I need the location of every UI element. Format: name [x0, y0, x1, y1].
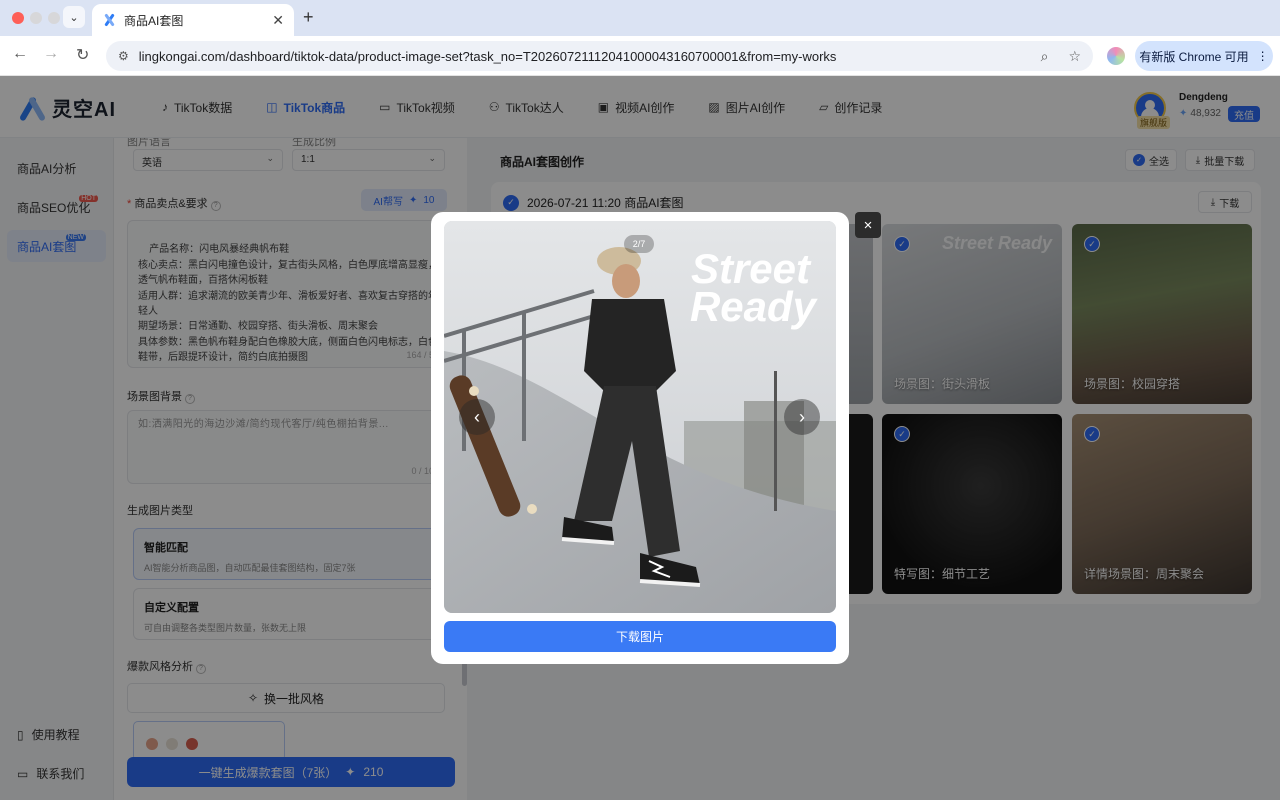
site-info-icon[interactable]: ⚙ — [118, 49, 129, 63]
back-icon[interactable]: ← — [12, 45, 28, 63]
preview-image: Street Ready — [444, 221, 836, 613]
window-zoom-button[interactable] — [48, 12, 60, 24]
close-icon[interactable]: × — [855, 212, 881, 238]
address-bar-row: ← → ↻ ⚙ lingkongai.com/dashboard/tiktok-… — [0, 36, 1280, 76]
image-counter: 2/7 — [624, 235, 654, 253]
skater-photo: Street Ready — [444, 221, 836, 613]
browser-tab[interactable]: 商品AI套图 ✕ — [92, 4, 294, 36]
prev-image-button[interactable]: ‹ — [459, 399, 495, 435]
new-tab-button[interactable]: + — [303, 7, 314, 28]
headline-line-2: Ready — [690, 283, 819, 330]
window-close-button[interactable] — [12, 12, 24, 24]
next-image-button[interactable]: › — [784, 399, 820, 435]
reload-icon[interactable]: ↻ — [76, 45, 89, 65]
chrome-update-label: 有新版 Chrome 可用 — [1139, 49, 1249, 64]
download-image-label: 下载图片 — [615, 630, 664, 644]
close-glyph: × — [863, 216, 873, 234]
browser-tab-bar: ⌄ 商品AI套图 ✕ + — [0, 0, 1280, 36]
url-text[interactable]: lingkongai.com/dashboard/tiktok-data/pro… — [139, 49, 1021, 64]
omnibox[interactable]: ⚙ lingkongai.com/dashboard/tiktok-data/p… — [106, 41, 1093, 71]
chevron-right-icon: › — [799, 406, 805, 427]
profile-avatar[interactable] — [1107, 47, 1125, 65]
zoom-icon[interactable]: ⌕ — [1041, 48, 1049, 65]
tab-close-icon[interactable]: ✕ — [272, 12, 284, 29]
download-image-button[interactable]: 下载图片 — [444, 621, 836, 652]
forward-icon[interactable]: → — [43, 45, 59, 63]
window-minimize-button[interactable] — [30, 12, 42, 24]
chrome-update-button[interactable]: 有新版 Chrome 可用 ⋮ — [1135, 41, 1273, 71]
favicon-icon — [102, 13, 116, 27]
tab-title: 商品AI套图 — [124, 13, 184, 28]
more-vert-icon: ⋮ — [1256, 49, 1269, 63]
counter-text: 2/7 — [632, 239, 646, 249]
tab-search-button[interactable]: ⌄ — [63, 6, 85, 28]
chevron-down-icon: ⌄ — [69, 11, 79, 24]
bookmark-star-icon[interactable]: ☆ — [1068, 48, 1081, 65]
chevron-left-icon: ‹ — [474, 406, 480, 427]
